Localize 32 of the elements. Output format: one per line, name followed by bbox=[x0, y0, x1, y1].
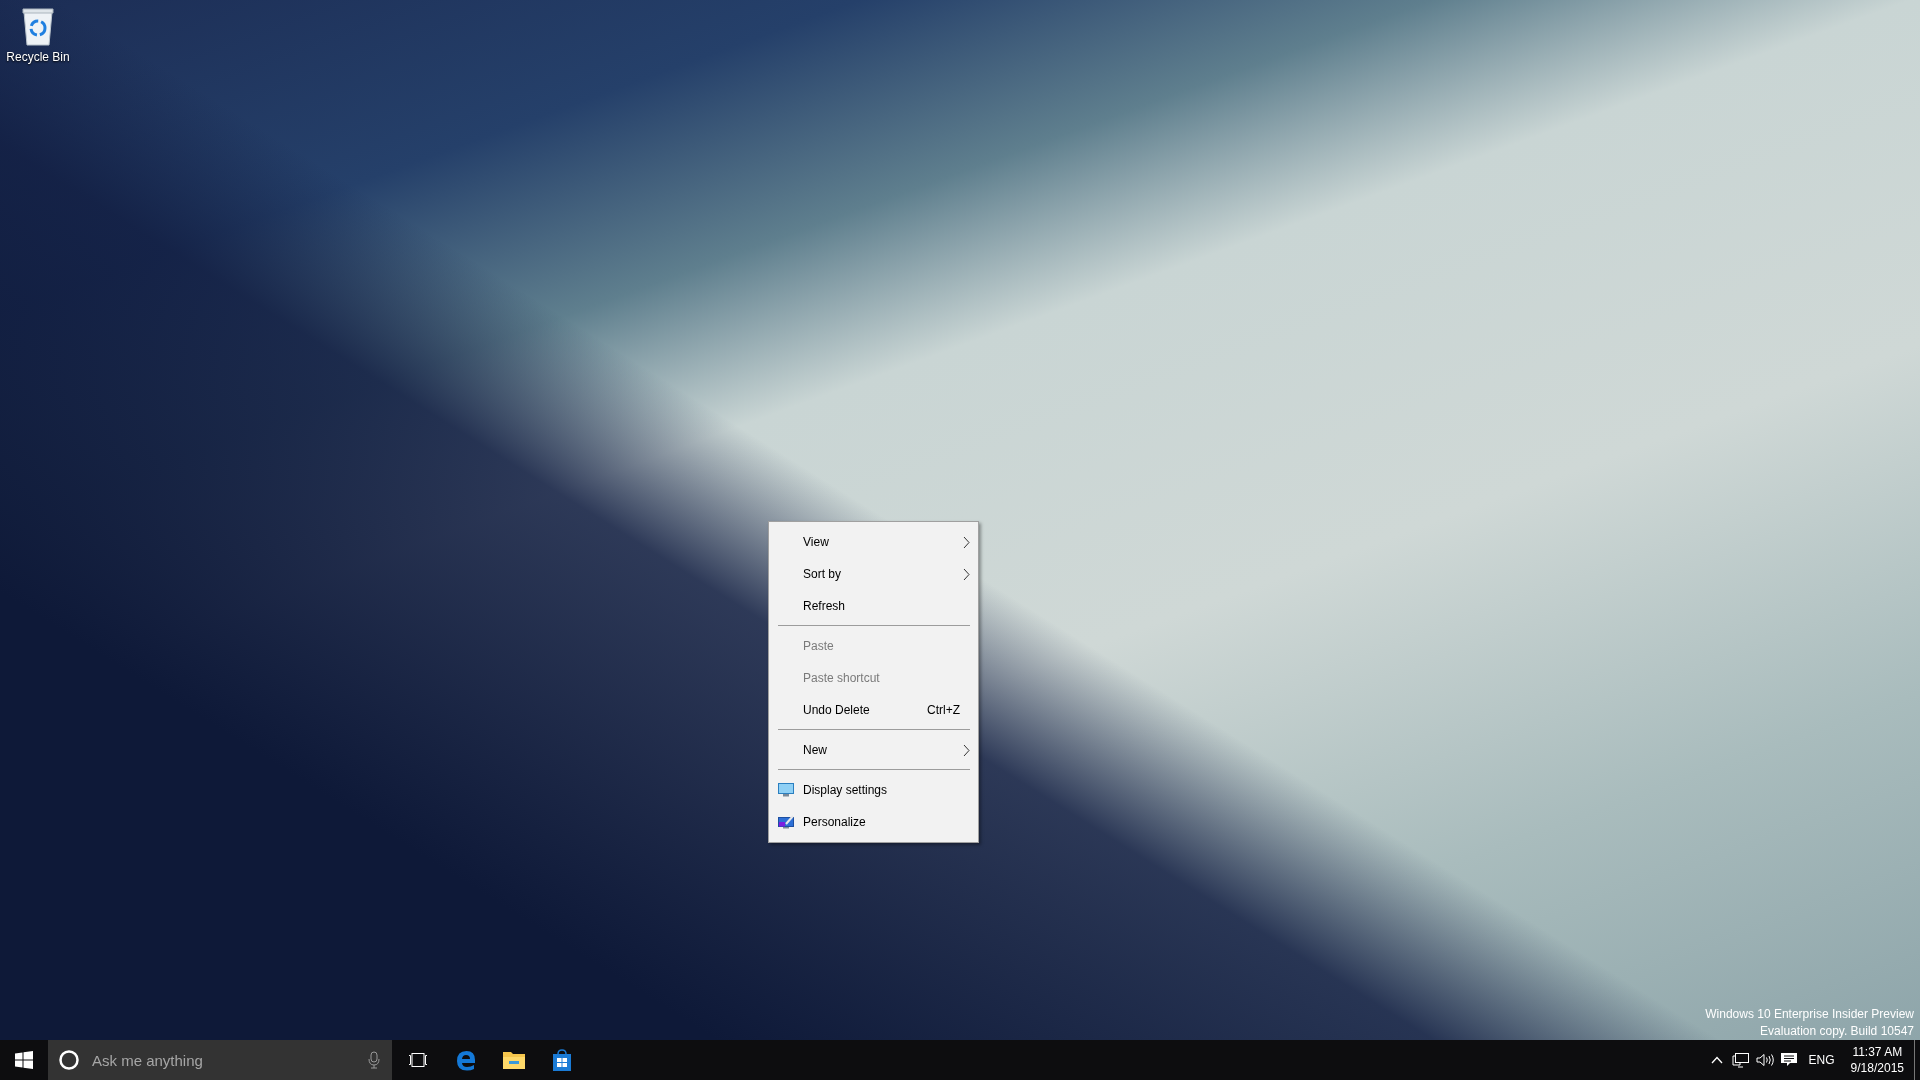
task-view-icon bbox=[408, 1053, 428, 1067]
monitor-brush-icon bbox=[778, 815, 794, 829]
menu-item[interactable]: Refresh bbox=[769, 590, 978, 622]
menu-item[interactable]: Display settings bbox=[769, 774, 978, 806]
menu-item[interactable]: Sort by bbox=[769, 558, 978, 590]
microphone-icon[interactable] bbox=[368, 1051, 380, 1069]
search-input[interactable]: Ask me anything bbox=[90, 1040, 358, 1080]
shopping-bag-icon bbox=[552, 1049, 572, 1071]
edition-notice-text: Evaluation copy. Build 10547 bbox=[1760, 1024, 1914, 1038]
notification-icon[interactable] bbox=[1780, 1052, 1797, 1068]
menu-item[interactable]: Personalize bbox=[769, 806, 978, 838]
chevron-right-icon bbox=[963, 535, 970, 549]
menu-item[interactable]: Undo Delete Ctrl+Z bbox=[769, 694, 978, 726]
menu-item[interactable]: New bbox=[769, 734, 978, 766]
menu-item[interactable]: View bbox=[769, 526, 978, 558]
windows-logo-icon bbox=[15, 1051, 33, 1069]
chevron-right-icon bbox=[963, 743, 970, 757]
chevron-up-icon[interactable] bbox=[1710, 1056, 1723, 1064]
browser-e-icon bbox=[455, 1049, 477, 1071]
shortcut-text: Ctrl+Z bbox=[927, 703, 960, 717]
folder-icon bbox=[503, 1051, 525, 1069]
chevron-right-icon bbox=[963, 567, 970, 581]
desktop-icon-label: Recycle Bin bbox=[6, 50, 70, 64]
edition-notice-text: Windows 10 Enterprise Insider Preview bbox=[1705, 1007, 1914, 1021]
speaker-icon[interactable] bbox=[1755, 1053, 1774, 1067]
language-indicator[interactable]: ENG bbox=[1800, 1053, 1847, 1067]
cortana-circle-icon bbox=[58, 1049, 80, 1071]
recycle-bin-icon[interactable] bbox=[21, 6, 55, 46]
network-icon[interactable] bbox=[1731, 1052, 1750, 1068]
search-box[interactable]: Ask me anything bbox=[48, 1040, 392, 1080]
monitor-icon bbox=[778, 783, 794, 797]
clock[interactable]: 11:37 AM 9/18/2015 bbox=[1846, 1045, 1914, 1075]
